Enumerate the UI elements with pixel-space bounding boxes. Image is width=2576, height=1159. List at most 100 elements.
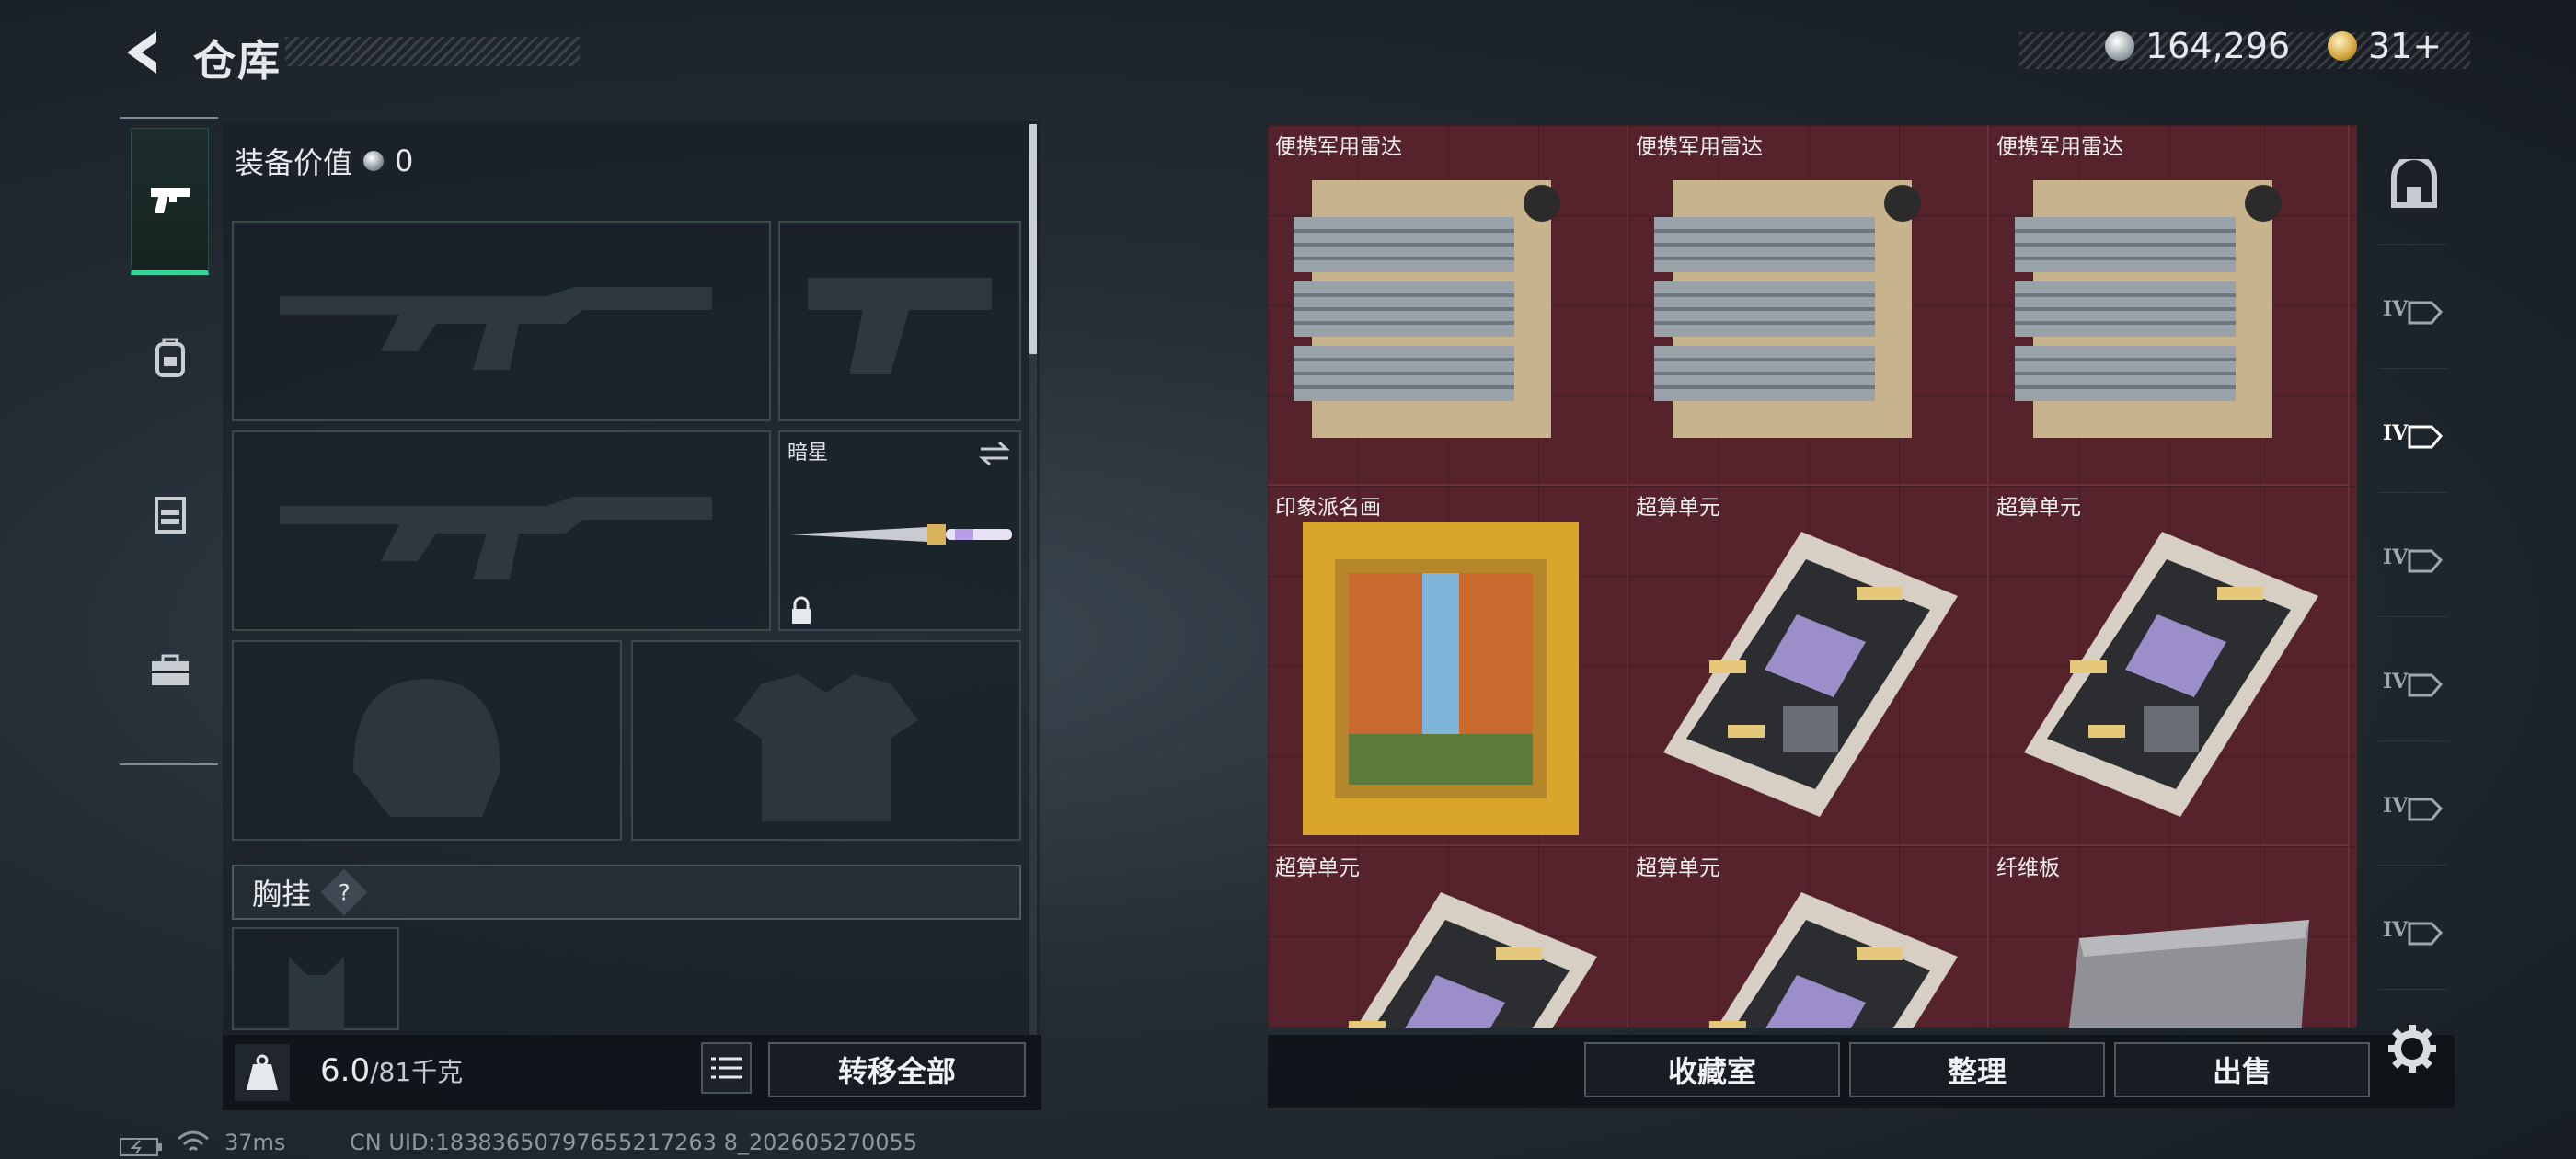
melee-name: 暗星 (788, 442, 829, 465)
fiber-board-icon (2068, 920, 2309, 1028)
category-toolbox-tab[interactable] (131, 597, 209, 744)
storage-grid: 便携军用雷达 便携军用雷达 便携军用雷达 印象派名画 超算单元 超算单元 超算单… (1268, 125, 2357, 1028)
storage-tab-tier[interactable]: IV (2379, 249, 2448, 369)
help-icon[interactable]: ? (320, 868, 368, 916)
user-uid: CN UID:18383650797655217263 8_2026052700… (350, 1130, 918, 1155)
gold-amount: 31+ (2368, 26, 2443, 66)
storage-item[interactable]: 便携军用雷达 (1989, 125, 2350, 486)
gold-currency[interactable]: 31+ (2328, 26, 2442, 66)
helmet-silhouette-icon (353, 679, 500, 817)
storage-item[interactable]: 纤维板 (1989, 846, 2350, 1028)
chest-rig-header: 胸挂 ? (232, 865, 1021, 920)
item-name: 超算单元 (1275, 856, 1360, 880)
circuit-board-icon (1709, 892, 1958, 1028)
list-view-button[interactable] (701, 1042, 752, 1094)
knife-icon (789, 524, 1012, 545)
pistol-slot[interactable] (778, 221, 1021, 421)
storage-tab-column: IV IV IV IV IV IV (2372, 125, 2455, 1045)
item-name: 超算单元 (1996, 496, 2081, 520)
category-column (120, 117, 218, 765)
chest-rig-silhouette-icon (289, 957, 344, 1030)
storage-tab-tier[interactable]: IV (2379, 622, 2448, 741)
equipment-value: 0 (395, 143, 414, 178)
equipment-value-row: 装备价值 0 (235, 133, 1026, 189)
item-name: 便携军用雷达 (1996, 135, 2123, 159)
storage-item[interactable]: 便携军用雷达 (1628, 125, 1989, 486)
weight-max: /81千克 (370, 1057, 464, 1087)
category-vest-tab[interactable] (131, 441, 209, 588)
hand-icon (2408, 301, 2444, 324)
category-backpack-tab[interactable] (131, 284, 209, 431)
equipment-value-label: 装备价值 (235, 145, 353, 180)
storage-tab-tier[interactable]: IV (2379, 746, 2448, 866)
weight-current: 6.0 (320, 1052, 371, 1089)
list-icon (710, 1057, 742, 1079)
storage-item[interactable]: 便携军用雷达 (1268, 125, 1628, 486)
item-name: 便携军用雷达 (1275, 135, 1402, 159)
circuit-board-icon (1349, 892, 1597, 1028)
ping-text: 37ms (224, 1130, 286, 1155)
chest-rig-label: 胸挂 (252, 877, 312, 912)
weight-kg-icon (235, 1044, 290, 1101)
collection-room-button[interactable]: 收藏室 (1584, 1042, 1840, 1097)
organize-button[interactable]: 整理 (1849, 1042, 2105, 1097)
storage-tab-vault[interactable] (2379, 125, 2448, 245)
rifle-silhouette-icon (280, 497, 712, 580)
toolbox-icon (151, 654, 189, 685)
item-name: 纤维板 (1996, 856, 2060, 880)
vault-icon (2390, 158, 2437, 208)
hand-icon (2408, 798, 2444, 820)
storage-item[interactable]: 超算单元 (1268, 846, 1628, 1028)
battery-icon (120, 1138, 162, 1156)
weight-capacity: 6.0/81千克 (320, 1052, 463, 1089)
item-name: 超算单元 (1636, 856, 1720, 880)
back-arrow-icon[interactable] (120, 28, 166, 77)
category-weapons-tab[interactable] (131, 128, 209, 275)
page-title: 仓库 (193, 36, 282, 86)
circuit-board-icon (2024, 532, 2318, 817)
storage-tab-tier[interactable]: IV (2379, 498, 2448, 617)
armor-silhouette-icon (734, 674, 918, 821)
hand-icon (2408, 549, 2444, 572)
silver-coin-icon (363, 151, 385, 171)
lock-icon (792, 596, 811, 624)
transfer-all-button[interactable]: 转移全部 (768, 1042, 1026, 1097)
silver-amount: 164,296 (2145, 26, 2291, 66)
item-name: 便携军用雷达 (1636, 135, 1763, 159)
hand-icon (2408, 425, 2444, 448)
hand-icon (2408, 922, 2444, 945)
radar-icon (1294, 180, 1560, 438)
storage-tab-tier[interactable]: IV (2379, 870, 2448, 990)
storage-item[interactable]: 印象派名画 (1268, 486, 1628, 846)
rifle-silhouette-icon (280, 287, 712, 370)
armor-slot[interactable] (631, 640, 1021, 841)
vest-icon (154, 497, 186, 534)
circuit-board-icon (1663, 532, 1958, 817)
loadout-scrollbar-thumb[interactable] (1029, 124, 1037, 354)
primary-weapon-slot[interactable] (232, 221, 771, 421)
gear-icon[interactable] (2385, 1021, 2440, 1076)
storage-item[interactable]: 超算单元 (1989, 486, 2350, 846)
title-decoration (285, 37, 580, 66)
radar-icon (2015, 180, 2282, 438)
sell-button[interactable]: 出售 (2114, 1042, 2370, 1097)
wifi-icon (178, 1130, 209, 1152)
storage-item[interactable]: 超算单元 (1628, 486, 1989, 846)
storage-tab-tier-active[interactable]: IV (2379, 373, 2448, 493)
backpack-icon (155, 338, 185, 377)
silver-coin-icon (2105, 31, 2134, 61)
hand-icon (2408, 673, 2444, 696)
gold-coin-icon (2328, 31, 2357, 61)
melee-slot[interactable]: 暗星 (778, 430, 1021, 631)
storage-item[interactable]: 超算单元 (1628, 846, 1989, 1028)
swap-icon[interactable] (977, 440, 1012, 467)
item-name: 印象派名画 (1275, 496, 1381, 520)
painting-icon (1303, 522, 1579, 835)
pistol-icon (150, 188, 190, 213)
chest-rig-slot[interactable] (232, 927, 399, 1030)
radar-icon (1654, 180, 1921, 438)
silver-currency: 164,296 (2105, 26, 2290, 66)
pistol-silhouette-icon (808, 278, 992, 374)
secondary-weapon-slot[interactable] (232, 430, 771, 631)
helmet-slot[interactable] (232, 640, 622, 841)
